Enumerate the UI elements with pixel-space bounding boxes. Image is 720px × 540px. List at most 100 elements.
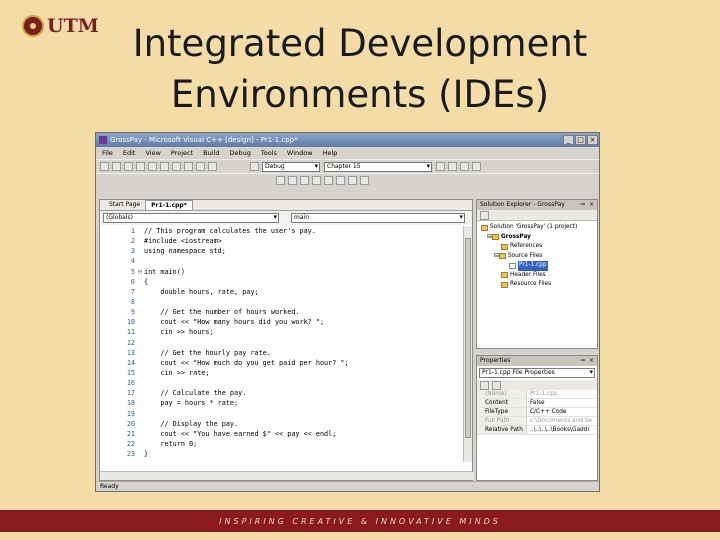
code-line[interactable]: 9 // Get the number of hours worked. xyxy=(100,307,464,317)
code-line[interactable]: 11 cin >> hours; xyxy=(100,327,464,337)
pin-icon[interactable]: ⊸ xyxy=(580,356,585,366)
redo-icon[interactable] xyxy=(208,162,217,171)
property-row[interactable]: (Name) Pr1-1.cpp xyxy=(477,390,597,399)
outline-toggle[interactable] xyxy=(138,297,144,307)
tree-resource-files[interactable]: Resource Files xyxy=(481,280,597,290)
next-bookmark-icon[interactable] xyxy=(336,176,345,185)
menu-build[interactable]: Build xyxy=(203,149,219,157)
tree-solution[interactable]: Solution 'GrossPay' (1 project) xyxy=(481,223,597,233)
tab-start-page[interactable]: Start Page xyxy=(104,200,145,210)
copy-icon[interactable] xyxy=(172,162,181,171)
properties-window-icon[interactable] xyxy=(460,162,469,171)
code-line[interactable]: 14 cout << "How much do you get paid per… xyxy=(100,358,464,368)
bookmark-icon[interactable] xyxy=(324,176,333,185)
menu-window[interactable]: Window xyxy=(287,149,313,157)
outline-toggle[interactable] xyxy=(138,409,144,419)
add-item-icon[interactable] xyxy=(112,162,121,171)
code-line[interactable]: 17 // Calculate the pay. xyxy=(100,388,464,398)
code-text[interactable]: 1 // This program calculates the user's p… xyxy=(100,226,464,462)
code-line[interactable]: 2 #include <iostream> xyxy=(100,236,464,246)
code-line[interactable]: 12 xyxy=(100,338,464,348)
code-line[interactable]: 15 cin >> rate; xyxy=(100,368,464,378)
menu-view[interactable]: View xyxy=(145,149,160,157)
code-line[interactable]: 19 xyxy=(100,409,464,419)
property-row[interactable]: Content False xyxy=(477,399,597,408)
tab-pr1-1-cpp[interactable]: Pr1-1.cpp* xyxy=(145,200,193,210)
property-row[interactable]: Relative Path ..\..\..\..\Books\Gaddi xyxy=(477,426,597,435)
categorized-icon[interactable] xyxy=(480,380,489,390)
code-line[interactable]: 3 using namespace std; xyxy=(100,246,464,256)
scrollbar-thumb[interactable] xyxy=(465,238,471,438)
pin-icon[interactable]: ⊸ xyxy=(580,200,585,210)
menu-debug[interactable]: Debug xyxy=(230,149,251,157)
outline-toggle[interactable] xyxy=(138,338,144,348)
code-line[interactable]: 16 xyxy=(100,378,464,388)
menu-edit[interactable]: Edit xyxy=(123,149,136,157)
properties-icon[interactable] xyxy=(480,210,489,220)
property-value[interactable]: Pr1-1.cpp xyxy=(527,390,597,398)
cut-icon[interactable] xyxy=(160,162,169,171)
maximize-button[interactable]: □ xyxy=(575,135,586,145)
member-combo[interactable]: main xyxy=(291,213,465,223)
find-combo[interactable]: Chapter 15 xyxy=(324,161,432,172)
editor-horizontal-scrollbar[interactable] xyxy=(100,471,474,480)
tree-project[interactable]: ⊟ GrossPay xyxy=(481,233,597,243)
prev-bookmark-icon[interactable] xyxy=(348,176,357,185)
clear-bookmarks-icon[interactable] xyxy=(360,176,369,185)
save-all-icon[interactable] xyxy=(148,162,157,171)
code-line[interactable]: 13 // Get the hourly pay rate. xyxy=(100,348,464,358)
new-project-icon[interactable] xyxy=(100,162,109,171)
menu-help[interactable]: Help xyxy=(323,149,338,157)
code-line[interactable]: 4 xyxy=(100,256,464,266)
code-line[interactable]: 5 ⊟ int main() xyxy=(100,267,464,277)
menu-tools[interactable]: Tools xyxy=(261,149,277,157)
tree-header-files[interactable]: Header Files xyxy=(481,271,597,281)
property-value[interactable]: False xyxy=(527,399,597,407)
indent-icon[interactable] xyxy=(276,176,285,185)
menu-project[interactable]: Project xyxy=(171,149,193,157)
solution-config-combo[interactable]: Debug xyxy=(262,161,320,172)
property-row[interactable]: FileType C/C++ Code xyxy=(477,408,597,417)
undo-icon[interactable] xyxy=(196,162,205,171)
solution-explorer-icon[interactable] xyxy=(448,162,457,171)
editor-vertical-scrollbar[interactable] xyxy=(463,226,472,462)
menu-file[interactable]: File xyxy=(102,149,113,157)
code-line[interactable]: 23} xyxy=(100,449,464,459)
code-line[interactable]: 10 cout << "How many hours did you work?… xyxy=(100,317,464,327)
code-line[interactable]: 6{ xyxy=(100,277,464,287)
close-icon[interactable]: × xyxy=(589,356,594,366)
uncomment-icon[interactable] xyxy=(312,176,321,185)
tree-references[interactable]: References xyxy=(481,242,597,252)
code-line[interactable]: 18 pay = hours * rate; xyxy=(100,398,464,408)
code-line[interactable]: 1 // This program calculates the user's p… xyxy=(100,226,464,236)
property-value[interactable]: C/C++ Code xyxy=(527,408,597,416)
code-line[interactable]: 7 double hours, rate, pay; xyxy=(100,287,464,297)
open-file-icon[interactable] xyxy=(124,162,133,171)
comment-icon[interactable] xyxy=(300,176,309,185)
outdent-icon[interactable] xyxy=(288,176,297,185)
property-value[interactable]: c:\Documents and Se xyxy=(527,417,597,425)
code-line[interactable]: 20 // Display the pay. xyxy=(100,419,464,429)
find-in-files-icon[interactable] xyxy=(436,162,445,171)
scope-combo[interactable]: (Globals) xyxy=(103,213,279,223)
alphabetical-icon[interactable] xyxy=(492,380,501,390)
minimize-button[interactable]: _ xyxy=(563,135,574,145)
close-icon[interactable]: × xyxy=(589,200,594,210)
properties-object-combo[interactable]: Pr1-1.cpp File Properties xyxy=(479,368,595,378)
ide-window: GrossPay - Microsoft Visual C++ [design]… xyxy=(95,132,600,492)
tree-source-files[interactable]: ⊟ Source Files xyxy=(481,252,597,262)
outline-toggle[interactable] xyxy=(138,256,144,266)
close-button[interactable]: × xyxy=(587,135,598,145)
start-debug-icon[interactable] xyxy=(250,162,259,171)
code-line[interactable]: 8 xyxy=(100,297,464,307)
toolbox-icon[interactable] xyxy=(472,162,481,171)
code-line[interactable]: 21 cout << "You have earned $" << pay <<… xyxy=(100,429,464,439)
save-icon[interactable] xyxy=(136,162,145,171)
code-line[interactable]: 22 return 0; xyxy=(100,439,464,449)
line-number: 15 xyxy=(126,368,135,377)
outline-toggle[interactable] xyxy=(138,378,144,388)
paste-icon[interactable] xyxy=(184,162,193,171)
tree-file-pr1-1-cpp[interactable]: Pr1-1.cpp xyxy=(481,261,597,271)
property-row[interactable]: Full Path c:\Documents and Se xyxy=(477,417,597,426)
property-value[interactable]: ..\..\..\..\Books\Gaddi xyxy=(527,426,597,434)
